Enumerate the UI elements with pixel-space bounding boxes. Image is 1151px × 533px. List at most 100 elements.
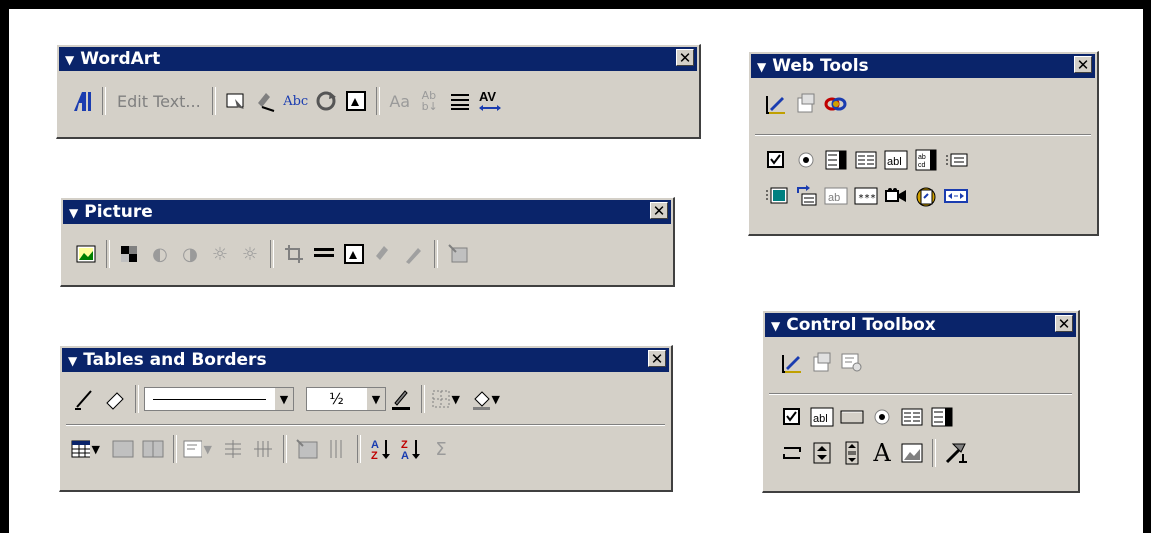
chevron-down-icon[interactable]: ▼	[274, 388, 293, 410]
reset-picture-icon[interactable]	[443, 239, 473, 269]
wordart-gallery-icon[interactable]	[221, 86, 251, 116]
close-button[interactable]: ✕	[650, 202, 668, 219]
separator	[270, 240, 274, 268]
sort-ascending-icon[interactable]: AZ	[366, 434, 396, 464]
properties-icon[interactable]	[791, 89, 821, 119]
properties-icon[interactable]	[807, 348, 837, 378]
edit-text-button[interactable]: Edit Text...	[111, 92, 207, 111]
submit-with-image-icon[interactable]	[761, 181, 791, 211]
toggle-button-icon[interactable]	[777, 438, 807, 468]
tables-titlebar[interactable]: ▼ Tables and Borders ✕	[62, 348, 669, 372]
microsoft-script-editor-icon[interactable]	[821, 89, 851, 119]
text-wrapping-icon[interactable]	[339, 239, 369, 269]
separator	[421, 385, 425, 413]
toolbar-menu-triangle-icon[interactable]: ▼	[68, 354, 77, 368]
distribute-columns-icon[interactable]	[248, 434, 278, 464]
textbox-icon[interactable]: abl	[881, 145, 911, 175]
crop-icon[interactable]	[279, 239, 309, 269]
password-icon[interactable]: ***	[851, 181, 881, 211]
close-button[interactable]: ✕	[676, 49, 694, 66]
reset-icon[interactable]	[791, 181, 821, 211]
shading-color-icon[interactable]: ▼	[470, 384, 500, 414]
combo-box-icon[interactable]	[927, 402, 957, 432]
insert-picture-icon[interactable]	[71, 239, 101, 269]
alignment-icon[interactable]	[445, 86, 475, 116]
toolbar-menu-triangle-icon[interactable]: ▼	[65, 53, 74, 67]
close-button[interactable]: ✕	[1074, 56, 1092, 73]
toolbar-menu-triangle-icon[interactable]: ▼	[771, 319, 780, 333]
autofit-icon[interactable]	[322, 434, 352, 464]
list-box-icon[interactable]	[851, 145, 881, 175]
view-code-icon[interactable]	[837, 348, 867, 378]
svg-text:***: ***	[858, 193, 876, 204]
split-cells-icon[interactable]	[138, 434, 168, 464]
chevron-down-icon[interactable]: ▼	[452, 393, 460, 406]
wordart-shape-icon[interactable]: Abc	[281, 86, 311, 116]
scrolling-text-icon[interactable]	[941, 181, 971, 211]
insert-table-icon[interactable]: ▼	[70, 434, 100, 464]
merge-cells-icon[interactable]	[108, 434, 138, 464]
character-spacing-icon[interactable]: AV	[475, 86, 505, 116]
toolbar-menu-triangle-icon[interactable]: ▼	[757, 60, 766, 74]
close-button[interactable]: ✕	[1055, 315, 1073, 332]
text-area-icon[interactable]: ab cd	[911, 145, 941, 175]
textbox-icon[interactable]: abl	[807, 402, 837, 432]
line-weight-select[interactable]: ½ ▼	[306, 387, 386, 411]
spin-button-icon[interactable]	[807, 438, 837, 468]
line-style-select[interactable]: ▼	[144, 387, 294, 411]
label-icon[interactable]: A	[867, 438, 897, 468]
toolbar-menu-triangle-icon[interactable]: ▼	[69, 206, 78, 220]
list-box-icon[interactable]	[897, 402, 927, 432]
chevron-down-icon[interactable]: ▼	[204, 443, 212, 456]
design-mode-icon[interactable]	[761, 89, 791, 119]
text-wrapping-icon[interactable]	[341, 86, 371, 116]
checkbox-icon[interactable]	[777, 402, 807, 432]
label-glyph: A	[873, 439, 891, 467]
align-icon[interactable]: ▼	[182, 434, 212, 464]
format-picture-icon[interactable]	[369, 239, 399, 269]
submit-icon[interactable]	[941, 145, 971, 175]
sound-icon[interactable]	[911, 181, 941, 211]
border-color-icon[interactable]	[386, 384, 416, 414]
chevron-down-icon[interactable]: ▼	[492, 393, 500, 406]
autosum-icon[interactable]: Σ	[426, 434, 456, 464]
distribute-rows-icon[interactable]	[218, 434, 248, 464]
control-titlebar[interactable]: ▼ Control Toolbox ✕	[765, 313, 1076, 337]
chevron-down-icon[interactable]: ▼	[366, 388, 385, 410]
borders-icon[interactable]: ▼	[430, 384, 460, 414]
chevron-down-icon[interactable]: ▼	[92, 443, 100, 456]
picture-titlebar[interactable]: ▼ Picture ✕	[63, 200, 671, 224]
hidden-icon[interactable]: ab	[821, 181, 851, 211]
less-brightness-icon[interactable]: ☼	[235, 239, 265, 269]
draw-table-icon[interactable]	[70, 384, 100, 414]
close-button[interactable]: ✕	[648, 350, 666, 367]
more-controls-icon[interactable]	[941, 438, 971, 468]
design-mode-icon[interactable]	[777, 348, 807, 378]
checkbox-icon[interactable]	[761, 145, 791, 175]
option-button-icon[interactable]	[791, 145, 821, 175]
option-button-icon[interactable]	[867, 402, 897, 432]
wordart-toolbar: ▼ WordArt ✕ Edit Text... Abc Aa Ab b↓ AV	[56, 44, 701, 139]
eraser-icon[interactable]	[100, 384, 130, 414]
image-control-icon[interactable]	[115, 239, 145, 269]
scroll-bar-icon[interactable]	[837, 438, 867, 468]
image-icon[interactable]	[897, 438, 927, 468]
sort-descending-icon[interactable]: ZA	[396, 434, 426, 464]
webtools-titlebar[interactable]: ▼ Web Tools ✕	[751, 54, 1095, 78]
set-transparent-color-icon[interactable]	[399, 239, 429, 269]
line-style-icon[interactable]	[309, 239, 339, 269]
less-contrast-icon[interactable]: ◑	[175, 239, 205, 269]
command-button-icon[interactable]	[837, 402, 867, 432]
free-rotate-icon[interactable]	[311, 86, 341, 116]
table-autoformat-icon[interactable]	[292, 434, 322, 464]
insert-wordart-icon[interactable]	[67, 86, 97, 116]
movie-icon[interactable]	[881, 181, 911, 211]
format-wordart-icon[interactable]	[251, 86, 281, 116]
vertical-text-icon[interactable]: Ab b↓	[415, 86, 445, 116]
wordart-titlebar[interactable]: ▼ WordArt ✕	[59, 47, 697, 71]
more-contrast-icon[interactable]: ◐	[145, 239, 175, 269]
webtools-title: Web Tools	[772, 56, 869, 76]
dropdown-box-icon[interactable]	[821, 145, 851, 175]
same-letter-heights-icon[interactable]: Aa	[385, 86, 415, 116]
more-brightness-icon[interactable]: ☼	[205, 239, 235, 269]
